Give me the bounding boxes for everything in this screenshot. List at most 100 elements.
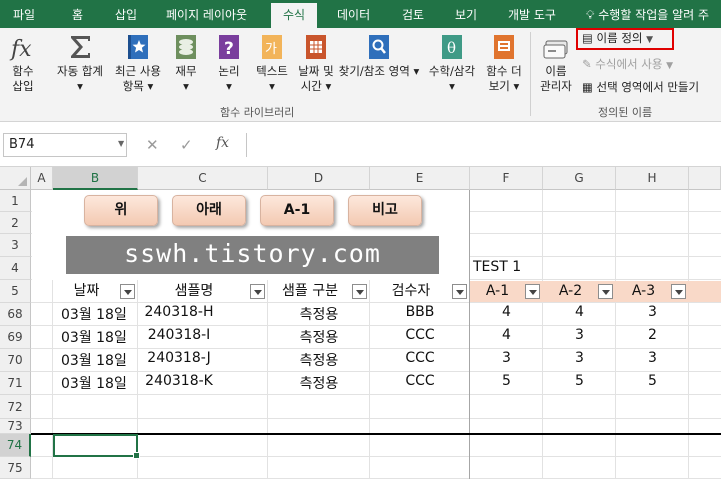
more-book-icon bbox=[494, 35, 514, 59]
cell-type[interactable]: 측정용 bbox=[268, 304, 370, 324]
row-header-5[interactable]: 5 bbox=[0, 280, 31, 303]
row-header-75[interactable]: 75 bbox=[0, 457, 31, 479]
row-header-70[interactable]: 70 bbox=[0, 349, 31, 372]
autosum-button[interactable]: 자동 합계 ▾ bbox=[53, 32, 107, 94]
active-cell-b74[interactable] bbox=[53, 434, 140, 459]
function-library-group-label: 함수 라이브러리 bbox=[220, 106, 295, 119]
tab-formulas[interactable]: 수식 bbox=[271, 3, 318, 28]
more-functions-button[interactable]: 함수 더 보기 ▾ bbox=[482, 32, 526, 94]
cancel-icon[interactable]: ✕ bbox=[146, 136, 159, 154]
up-button[interactable]: 위 bbox=[84, 195, 158, 226]
tab-data[interactable]: 데이터 bbox=[337, 0, 370, 28]
tab-view[interactable]: 보기 bbox=[455, 0, 477, 28]
header-fill bbox=[689, 281, 721, 302]
down-button[interactable]: 아래 bbox=[172, 195, 246, 226]
banner-text: sswh.tistory.com bbox=[66, 236, 439, 274]
math-trig-button[interactable]: θ 수학/삼각 ▾ bbox=[422, 32, 482, 94]
column-header-g[interactable]: G bbox=[543, 167, 616, 190]
cell-a3[interactable]: 2 bbox=[616, 327, 689, 343]
insert-function-button[interactable]: fx 함수 삽입 bbox=[6, 32, 40, 94]
column-header-e[interactable]: E bbox=[370, 167, 470, 190]
cell-a2[interactable]: 5 bbox=[543, 373, 616, 389]
theta-book-icon: θ bbox=[442, 35, 462, 59]
name-box-dropdown-icon[interactable]: ▼ bbox=[118, 139, 124, 148]
column-header-h[interactable]: H bbox=[616, 167, 689, 190]
cell-a1[interactable]: 4 bbox=[470, 304, 543, 320]
tab-review[interactable]: 검토 bbox=[402, 0, 424, 28]
coins-book-icon bbox=[176, 35, 196, 59]
cell-inspector[interactable]: BBB bbox=[370, 304, 470, 320]
create-from-selection-button[interactable]: ▦ 선택 영역에서 만들기 bbox=[582, 79, 699, 95]
tab-home[interactable]: 홈 bbox=[72, 0, 83, 28]
tell-me-box[interactable]: 💡︎ 수행할 작업을 알려 주 bbox=[586, 0, 709, 28]
cell-sample[interactable]: 240318-H bbox=[114, 304, 244, 320]
row-gridline bbox=[31, 348, 721, 349]
column-header-d[interactable]: D bbox=[268, 167, 370, 190]
column-header-f[interactable]: F bbox=[470, 167, 543, 190]
cell-a1[interactable]: 5 bbox=[470, 373, 543, 389]
filter-dropdown-icon[interactable] bbox=[352, 284, 367, 299]
tab-insert[interactable]: 삽입 bbox=[115, 0, 137, 28]
filter-dropdown-icon[interactable] bbox=[120, 284, 135, 299]
cell-a1[interactable]: 4 bbox=[470, 327, 543, 343]
cell-a3[interactable]: 3 bbox=[616, 350, 689, 366]
column-header-next[interactable] bbox=[689, 167, 721, 190]
cell-sample[interactable]: 240318-J bbox=[114, 350, 244, 366]
row-header-72[interactable]: 72 bbox=[0, 395, 31, 419]
tab-file[interactable]: 파일 bbox=[13, 0, 35, 28]
row-header-1[interactable]: 1 bbox=[0, 190, 31, 212]
select-all-corner[interactable] bbox=[0, 167, 31, 190]
date-time-button[interactable]: 날짜 및 시간 ▾ bbox=[294, 32, 338, 94]
row-header-68[interactable]: 68 bbox=[0, 303, 31, 326]
cell-a2[interactable]: 4 bbox=[543, 304, 616, 320]
cell-inspector[interactable]: CCC bbox=[370, 373, 470, 389]
tab-developer[interactable]: 개발 도구 bbox=[508, 0, 556, 28]
cell-a3[interactable]: 5 bbox=[616, 373, 689, 389]
row-header-74[interactable]: 74 bbox=[0, 434, 31, 457]
cell-a2[interactable]: 3 bbox=[543, 327, 616, 343]
cell-inspector[interactable]: CCC bbox=[370, 327, 470, 343]
remarks-button[interactable]: 비고 bbox=[348, 195, 422, 226]
row-header-2[interactable]: 2 bbox=[0, 212, 31, 234]
define-name-button[interactable]: ▤ 이름 정의 ▼ bbox=[576, 28, 674, 50]
cell-type[interactable]: 측정용 bbox=[268, 350, 370, 370]
cell-sample[interactable]: 240318-K bbox=[114, 373, 244, 389]
row-header-69[interactable]: 69 bbox=[0, 326, 31, 349]
insert-function-fx-icon[interactable]: fx bbox=[216, 135, 229, 151]
a1-button[interactable]: A-1 bbox=[260, 195, 334, 226]
name-manager-button[interactable]: 이름 관리자 bbox=[535, 32, 577, 94]
logical-button[interactable]: ? 논리 ▾ bbox=[212, 32, 246, 94]
cell-a2[interactable]: 3 bbox=[543, 350, 616, 366]
cell-a1[interactable]: 3 bbox=[470, 350, 543, 366]
column-header-c[interactable]: C bbox=[138, 167, 268, 190]
filter-dropdown-icon[interactable] bbox=[525, 284, 540, 299]
column-header-a[interactable]: A bbox=[31, 167, 53, 190]
ribbon-tab-bar: 파일 홈 삽입 페이지 레이아웃 수식 데이터 검토 보기 개발 도구 💡︎ 수… bbox=[0, 0, 721, 28]
row-header-73[interactable]: 73 bbox=[0, 419, 31, 434]
filter-dropdown-icon[interactable] bbox=[671, 284, 686, 299]
column-header-b[interactable]: B bbox=[53, 167, 138, 190]
calendar-book-icon bbox=[306, 35, 326, 59]
financial-button[interactable]: 재무 ▾ bbox=[171, 32, 201, 94]
row-header-4[interactable]: 4 bbox=[0, 257, 31, 280]
text-button[interactable]: 가 텍스트 ▾ bbox=[252, 32, 292, 94]
formula-input[interactable] bbox=[246, 133, 721, 157]
name-box[interactable]: B74 bbox=[3, 133, 127, 157]
lookup-reference-button[interactable]: 찾기/참조 영역 ▾ bbox=[338, 32, 420, 79]
cell-a3[interactable]: 3 bbox=[616, 304, 689, 320]
test-label: TEST 1 bbox=[473, 259, 522, 275]
cell-type[interactable]: 측정용 bbox=[268, 327, 370, 347]
ribbon-separator bbox=[530, 32, 531, 116]
filter-dropdown-icon[interactable] bbox=[452, 284, 467, 299]
cell-sample[interactable]: 240318-I bbox=[114, 327, 244, 343]
recently-used-button[interactable]: 최근 사용 항목 ▾ bbox=[110, 32, 166, 94]
cell-type[interactable]: 측정용 bbox=[268, 373, 370, 393]
use-in-formula-button[interactable]: ✎ 수식에서 사용 ▼ bbox=[582, 56, 673, 72]
row-header-71[interactable]: 71 bbox=[0, 372, 31, 395]
row-header-3[interactable]: 3 bbox=[0, 234, 31, 257]
enter-icon[interactable]: ✓ bbox=[180, 136, 193, 154]
filter-dropdown-icon[interactable] bbox=[598, 284, 613, 299]
filter-dropdown-icon[interactable] bbox=[250, 284, 265, 299]
cell-inspector[interactable]: CCC bbox=[370, 350, 470, 366]
tab-page-layout[interactable]: 페이지 레이아웃 bbox=[166, 0, 247, 28]
